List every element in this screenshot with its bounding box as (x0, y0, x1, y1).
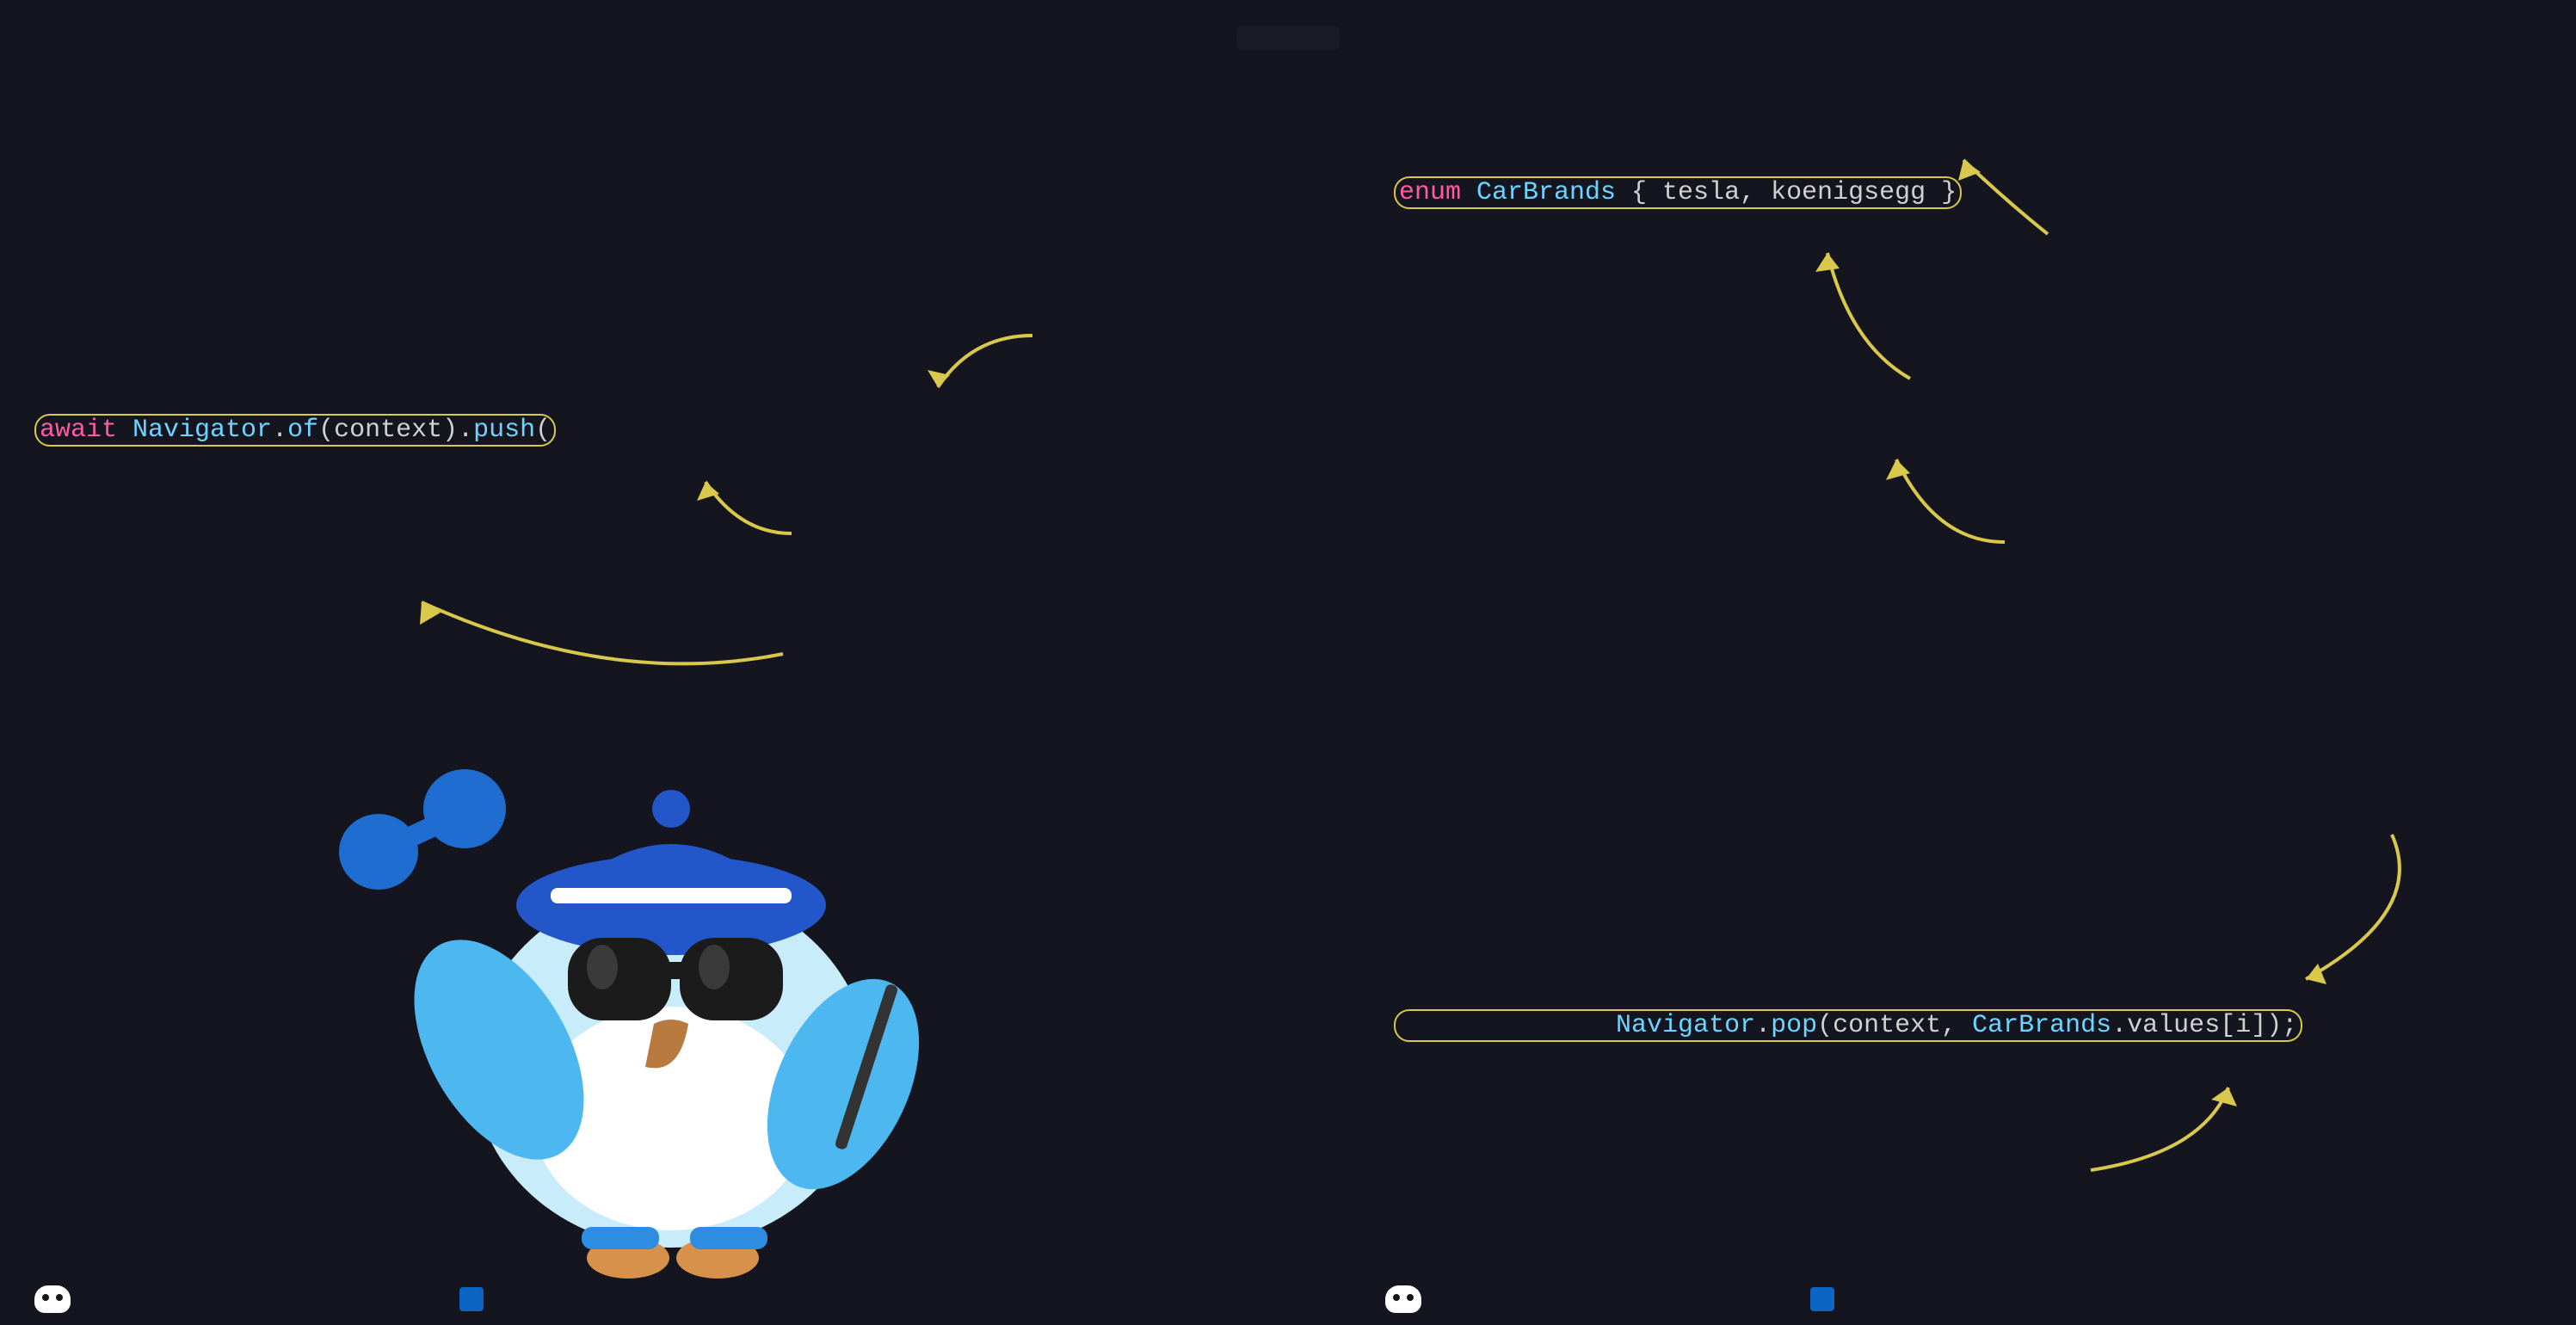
github-icon (1385, 1285, 1421, 1313)
tip-card: await Navigator.of(context).push( enum C… (0, 0, 2576, 1325)
linkedin-icon (1810, 1287, 1834, 1311)
footer-left (34, 1285, 490, 1313)
code-enum: enum CarBrands { tesla, koenigsegg } (1394, 136, 2538, 666)
linkedin-icon (459, 1287, 484, 1311)
github-icon (34, 1285, 71, 1313)
highlight-navigator-pop: Navigator.pop(context, CarBrands.values[… (1394, 1009, 2302, 1042)
dash-mascot-illustration (310, 757, 998, 1308)
linkedin-link[interactable] (1810, 1287, 1841, 1311)
code-secondview: Navigator.pop(context, CarBrands.values[… (1394, 628, 2538, 1325)
highlight-enum: enum CarBrands { tesla, koenigsegg } (1394, 176, 1962, 209)
footer-right (1385, 1285, 1841, 1313)
highlight-await-push: await Navigator.of(context).push( (34, 414, 556, 447)
linkedin-link[interactable] (459, 1287, 490, 1311)
title-banner (1236, 26, 1340, 50)
